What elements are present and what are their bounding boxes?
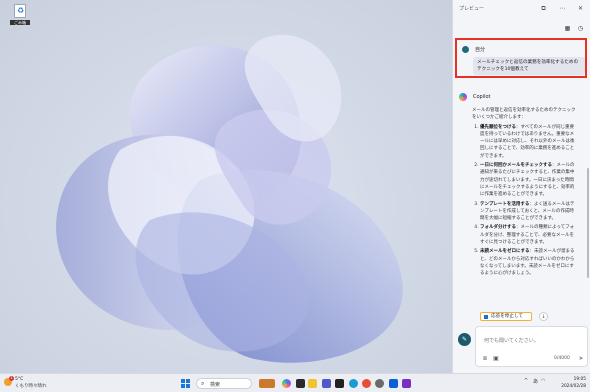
app-icon[interactable]	[402, 379, 411, 388]
taskbar-search[interactable]: ⌕ 検索	[196, 378, 252, 389]
copilot-taskbar-icon[interactable]	[282, 379, 291, 388]
character-counter: 0/4000	[554, 356, 570, 361]
stop-responding-button[interactable]: 応答を停止して	[480, 312, 532, 321]
copilot-answer: メールの管理と返信を効率化するためのテクニックをいくつかご紹介します： 優先順位…	[472, 107, 578, 321]
copilot-titlebar: プレビュー ⧉ ⋯ ✕	[453, 0, 590, 18]
scrollbar-thumb[interactable]	[587, 168, 589, 278]
file-explorer-icon[interactable]	[308, 379, 317, 388]
copilot-name: Copilot	[473, 94, 491, 100]
weather-badge: 1	[9, 376, 14, 381]
user-message: メールチェックと返信の業務を効率化するためのテクニックを10個教えて	[473, 57, 585, 75]
settings-icon[interactable]	[375, 379, 384, 388]
scroll-down-icon[interactable]: ↓	[539, 312, 548, 321]
more-options-icon[interactable]: ⋯	[558, 4, 567, 13]
clock[interactable]: 19:05 2024/02/28	[548, 376, 586, 390]
highlight-icon[interactable]	[259, 379, 275, 388]
weather-temp: 5°C	[15, 377, 24, 382]
list-item: 未読メールをゼロにする：未読メールが溜まると、どのメールから対応すればいいのかわ…	[480, 248, 578, 277]
close-icon[interactable]: ✕	[576, 4, 585, 13]
recycle-bin-glyph	[14, 4, 26, 18]
stop-button-label: 応答を停止して	[491, 314, 524, 319]
clock-date: 2024/02/28	[561, 384, 586, 389]
new-topic-button[interactable]: ✎	[458, 333, 471, 346]
plugins-icon[interactable]: ▦	[563, 24, 572, 33]
copilot-logo-icon	[459, 93, 467, 101]
item-title: 未読メールをゼロにする	[480, 249, 530, 255]
item-body: メールの通知が来るたびにチェックすると、作業の集中力が途切れてしまいます。一日に…	[480, 163, 575, 198]
taskbar: 1 5°C くもり時々晴れ ⌕ 検索 ^ あ ◠ 19:05 2024/02/2…	[0, 373, 590, 392]
new-topic-icon: ✎	[461, 336, 468, 343]
wallpaper-bloom	[56, 34, 403, 363]
open-external-icon[interactable]: ⧉	[539, 4, 548, 13]
clock-time: 19:05	[573, 377, 586, 382]
recycle-bin-label: ごみ箱	[10, 20, 30, 25]
item-title: テンプレートを活用する	[480, 201, 530, 207]
store-icon[interactable]	[335, 379, 344, 388]
user-name: 自分	[475, 47, 486, 53]
search-label: 検索	[210, 382, 221, 388]
window-title: プレビュー	[459, 6, 485, 12]
answer-list: 優先順位をつける：すべてのメールが同じ重要度を持っているわけではありません。重要…	[472, 124, 578, 278]
copilot-panel: プレビュー ⧉ ⋯ ✕ ▦ ◷ 自分 メールチェックと返信の業務を効率化するため…	[452, 0, 590, 373]
list-item: 優先順位をつける：すべてのメールが同じ重要度を持っているわけではありません。重要…	[480, 124, 578, 160]
chat-input-box[interactable]: 何でも聞いてください。 ⧈ ▣ 0/4000 ➤	[475, 326, 588, 367]
search-icon: ⌕	[201, 380, 205, 387]
list-item: テンプレートを活用する：よく送るメールはテンプレートを作成しておくと、メールの作…	[480, 201, 578, 223]
list-item: フォルダ分けする：メールの種類によってフォルダを分け、整理することで、必要なメー…	[480, 224, 578, 246]
item-title: 優先順位をつける	[480, 124, 516, 130]
item-title: フォルダ分けする	[480, 225, 516, 231]
answer-intro: メールの管理と返信を効率化するためのテクニックをいくつかご紹介します：	[472, 108, 576, 121]
chrome-icon[interactable]	[362, 379, 371, 388]
add-image-icon[interactable]: ⧈	[481, 355, 489, 363]
item-title: 一日に何回かメールをチェックする	[480, 163, 552, 169]
outlook-icon[interactable]	[389, 379, 398, 388]
edge-icon[interactable]	[349, 379, 358, 388]
user-avatar	[462, 46, 469, 53]
user-message-highlight: 自分 メールチェックと返信の業務を効率化するためのテクニックを10個教えて	[455, 38, 587, 78]
history-icon[interactable]: ◷	[576, 24, 585, 33]
weather-widget[interactable]: 1 5°C くもり時々晴れ	[4, 376, 54, 391]
wifi-icon[interactable]: ◠	[541, 378, 545, 384]
task-view-icon[interactable]	[296, 379, 305, 388]
screenshot-icon[interactable]: ▣	[492, 355, 500, 363]
chat-input-placeholder[interactable]: 何でも聞いてください。	[484, 337, 539, 344]
tray-chevron-icon[interactable]: ^	[524, 378, 528, 384]
weather-condition: くもり時々晴れ	[15, 384, 47, 389]
start-button[interactable]	[181, 379, 190, 388]
answer-scrollbar[interactable]	[587, 96, 589, 316]
ime-indicator[interactable]: あ	[533, 378, 538, 385]
teams-icon[interactable]	[322, 379, 331, 388]
recycle-bin-icon[interactable]: ごみ箱	[10, 4, 30, 30]
desktop: ごみ箱	[0, 0, 452, 373]
send-icon[interactable]: ➤	[577, 355, 585, 363]
list-item: 一日に何回かメールをチェックする：メールの通知が来るたびにチェックすると、作業の…	[480, 162, 578, 198]
stop-icon	[484, 315, 488, 319]
